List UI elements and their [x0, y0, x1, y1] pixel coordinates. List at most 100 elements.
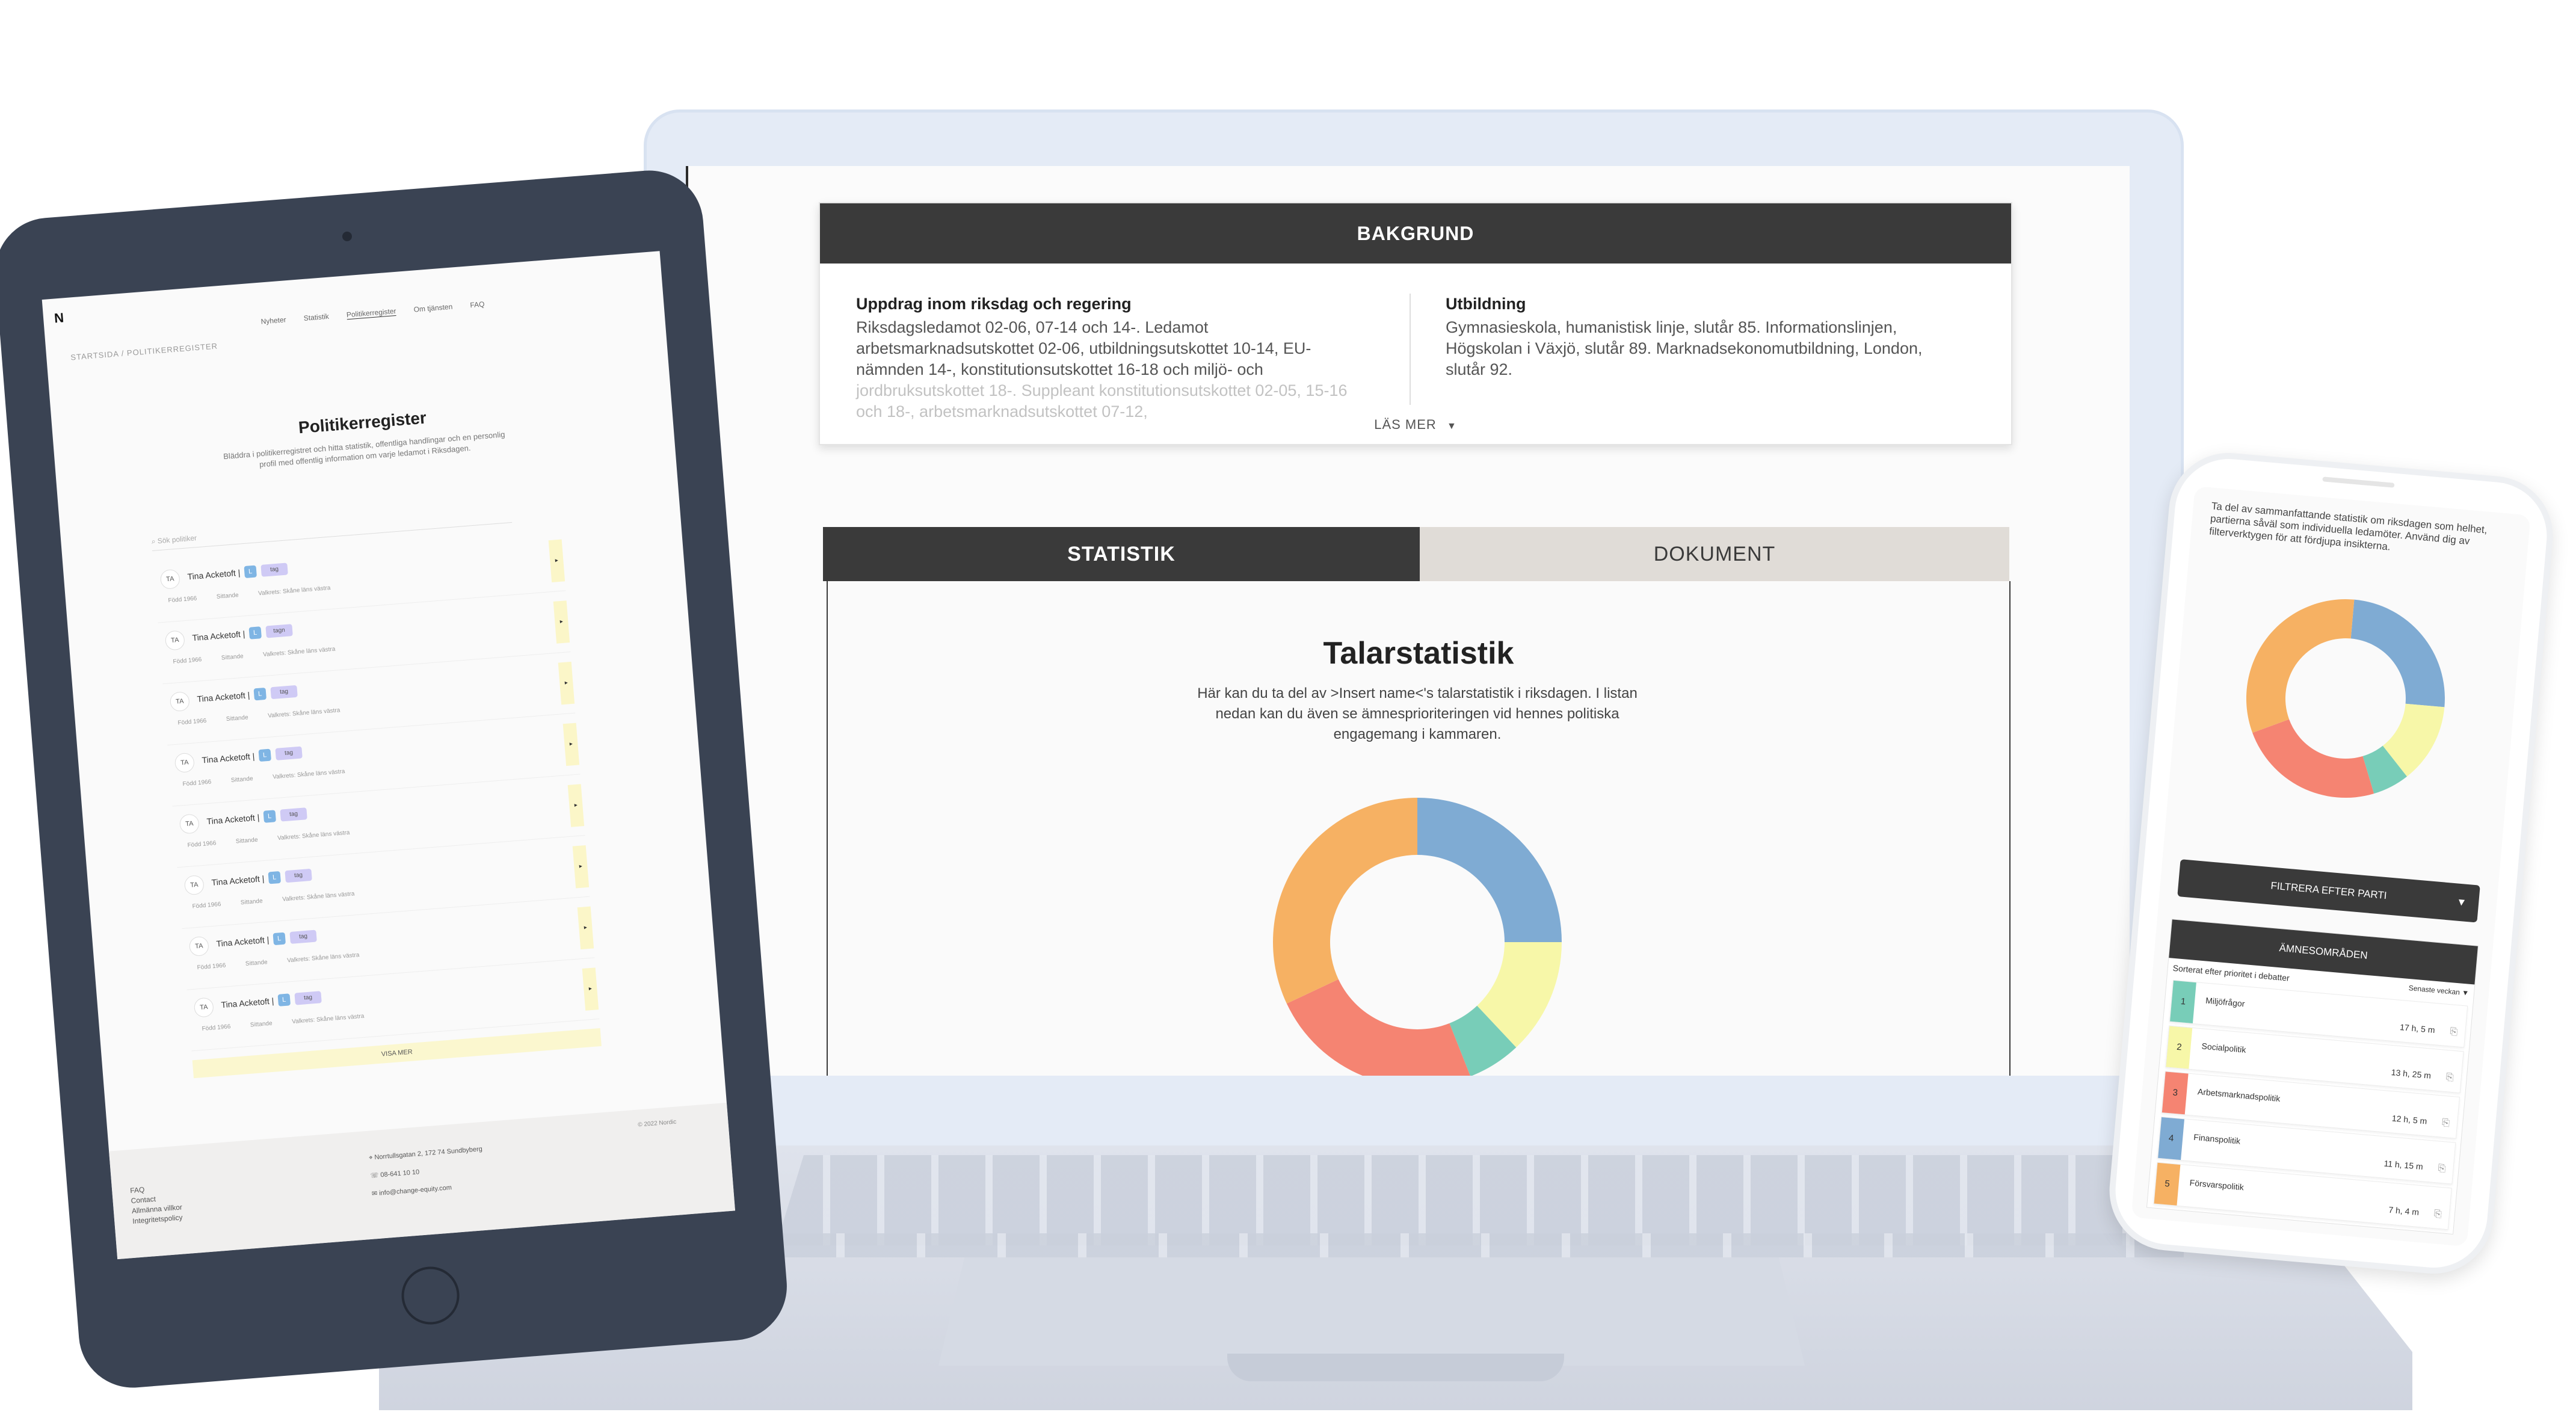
topic-label: Finanspolitik: [2193, 1132, 2241, 1146]
politician-meta: Född 1966 Sittande Valkrets: Skåne läns …: [177, 706, 358, 727]
birth-year: Född 1966: [202, 1023, 231, 1032]
politician-meta: Född 1966 Sittande Valkrets: Skåne läns …: [173, 644, 353, 665]
chevron-right-icon[interactable]: ▸: [553, 600, 570, 644]
topic-donut-chart: [1273, 798, 1562, 1076]
chevron-right-icon[interactable]: ▸: [572, 845, 590, 889]
statistics-panel: Talarstatistik Här kan du ta del av >Ins…: [827, 581, 2011, 1076]
chevron-right-icon[interactable]: ▸: [558, 661, 575, 705]
search-placeholder: Sök politiker: [157, 534, 197, 546]
nav-item-politikerregister[interactable]: Politikerregister: [346, 306, 397, 320]
education-column: Utbildning Gymnasieskola, humanistisk li…: [1446, 294, 1951, 380]
nav-item-nyheter[interactable]: Nyheter: [260, 315, 286, 325]
politician-meta: Född 1966 Sittande Valkrets: Skåne läns …: [202, 1011, 382, 1032]
politician-meta: Född 1966 Sittande Valkrets: Skåne läns …: [197, 951, 377, 971]
donut-slice: [1286, 979, 1470, 1076]
footer-copyright: © 2022 Nordic: [637, 1118, 677, 1129]
birth-year: Född 1966: [177, 717, 207, 727]
phone-device: Ta del av sammanfattande statistik om ri…: [2104, 448, 2558, 1279]
chevron-right-icon[interactable]: ▸: [577, 906, 594, 950]
stats-intro: Ta del av sammanfattande statistik om ri…: [2208, 500, 2488, 553]
document-icon[interactable]: ⎘: [2450, 1026, 2458, 1038]
document-icon[interactable]: ⎘: [2438, 1163, 2446, 1174]
tab-dokument[interactable]: DOKUMENT: [1420, 527, 2009, 581]
footer-email[interactable]: info@change-equity.com: [379, 1184, 452, 1197]
chevron-right-icon[interactable]: ▸: [567, 784, 585, 827]
background-header: BAKGRUND: [820, 203, 2011, 264]
birth-year: Född 1966: [173, 656, 202, 665]
party-badge: L: [258, 748, 271, 762]
document-icon[interactable]: ⎘: [2433, 1209, 2442, 1220]
politician-name[interactable]: Tina Acketoft |: [192, 629, 245, 643]
politician-name[interactable]: Tina Acketoft |: [206, 812, 260, 826]
constituency: Valkrets: Skåne läns västra: [282, 890, 355, 903]
politician-name[interactable]: Tina Acketoft |: [197, 690, 250, 704]
period-dropdown[interactable]: Senaste veckan ▼: [2408, 984, 2469, 997]
speaker-stats-title: Talarstatistik: [1323, 636, 1514, 671]
footer-phone: 08-641 10 10: [380, 1168, 420, 1179]
education-text: Gymnasieskola, humanistisk linje, slutår…: [1446, 318, 1923, 378]
avatar: TA: [179, 813, 200, 834]
topic-time: 7 h, 4 m: [2388, 1204, 2420, 1217]
politician-name[interactable]: Tina Acketoft |: [216, 935, 270, 949]
read-more-label: LÄS MER: [1374, 417, 1437, 432]
nav-item-faq[interactable]: FAQ: [470, 300, 485, 309]
chevron-right-icon[interactable]: ▸: [582, 967, 599, 1011]
party-badge: L: [277, 993, 291, 1006]
topic-time: 17 h, 5 m: [2399, 1022, 2436, 1035]
party-filter-dropdown[interactable]: FILTRERA EFTER PARTI ▼: [2177, 859, 2480, 923]
constituency: Valkrets: Skåne läns västra: [267, 707, 340, 720]
status: Sittande: [245, 959, 268, 967]
chevron-right-icon[interactable]: ▸: [548, 539, 565, 583]
avatar: TA: [188, 936, 210, 957]
politician-meta: Född 1966 Sittande Valkrets: Skåne läns …: [192, 889, 372, 910]
status: Sittande: [226, 714, 248, 723]
document-icon[interactable]: ⎘: [2445, 1072, 2454, 1083]
party-badge: L: [273, 932, 286, 946]
topic-rank: 3: [2162, 1071, 2189, 1115]
avatar: TA: [159, 569, 181, 590]
status: Sittande: [216, 591, 239, 600]
politician-name[interactable]: Tina Acketoft |: [187, 568, 241, 582]
topic-donut-chart-mobile: [2246, 599, 2445, 798]
constituency: Valkrets: Skåne läns västra: [277, 829, 350, 842]
period-value: Senaste veckan: [2408, 984, 2460, 997]
party-filter-label: FILTRERA EFTER PARTI: [2270, 880, 2388, 902]
footer-address: Norrtullsgatan 2, 172 74 Sundbyberg: [374, 1145, 483, 1162]
avatar: TA: [183, 875, 205, 896]
tag-badge: tag: [294, 991, 322, 1005]
avatar: TA: [164, 630, 186, 651]
read-more-link[interactable]: LÄS MER ▼: [820, 417, 2011, 433]
topics-card: ÄMNESOMRÅDEN Sorterat efter prioritet i …: [2146, 919, 2479, 1235]
tag-badge: tag: [270, 685, 298, 700]
topic-rank: 2: [2166, 1026, 2193, 1069]
politician-name[interactable]: Tina Acketoft |: [221, 996, 274, 1009]
politician-name[interactable]: Tina Acketoft |: [202, 751, 255, 765]
politician-name[interactable]: Tina Acketoft |: [211, 874, 265, 887]
background-card: BAKGRUND Uppdrag inom riksdag och regeri…: [819, 202, 2012, 445]
birth-year: Född 1966: [192, 901, 221, 910]
phone-screen: Ta del av sammanfattande statistik om ri…: [2131, 485, 2531, 1247]
tab-statistik[interactable]: STATISTIK: [823, 527, 1420, 581]
status: Sittande: [221, 653, 244, 662]
topic-label: Försvarspolitik: [2189, 1177, 2245, 1192]
tag-badge: tagn: [265, 624, 293, 638]
constituency: Valkrets: Skåne läns västra: [272, 768, 345, 781]
laptop-trackpad: [938, 1257, 1805, 1366]
breadcrumb[interactable]: STARTSIDA / POLITIKERREGISTER: [70, 341, 218, 362]
constituency: Valkrets: Skåne läns västra: [262, 646, 336, 659]
birth-year: Född 1966: [187, 840, 217, 849]
donut-slice: [1273, 798, 1417, 1004]
document-icon[interactable]: ⎘: [2441, 1118, 2450, 1129]
topic-time: 12 h, 5 m: [2391, 1113, 2427, 1126]
avatar: TA: [174, 752, 196, 774]
topic-label: Miljöfrågor: [2205, 995, 2246, 1009]
nav-item-om[interactable]: Om tjänsten: [413, 303, 453, 314]
assignments-text-faded: jordbruksutskottet 18-. Suppleant konsti…: [856, 381, 1348, 421]
nav-item-statistik[interactable]: Statistik: [303, 312, 329, 322]
assignments-text: Riksdagsledamot 02-06, 07-14 och 14-. Le…: [856, 318, 1311, 378]
topic-time: 13 h, 25 m: [2391, 1067, 2432, 1080]
assignments-title: Uppdrag inom riksdag och regering: [856, 295, 1132, 313]
laptop-keyboard-row: [764, 1233, 2184, 1257]
chevron-right-icon[interactable]: ▸: [562, 723, 580, 766]
site-logo[interactable]: N: [54, 310, 64, 326]
